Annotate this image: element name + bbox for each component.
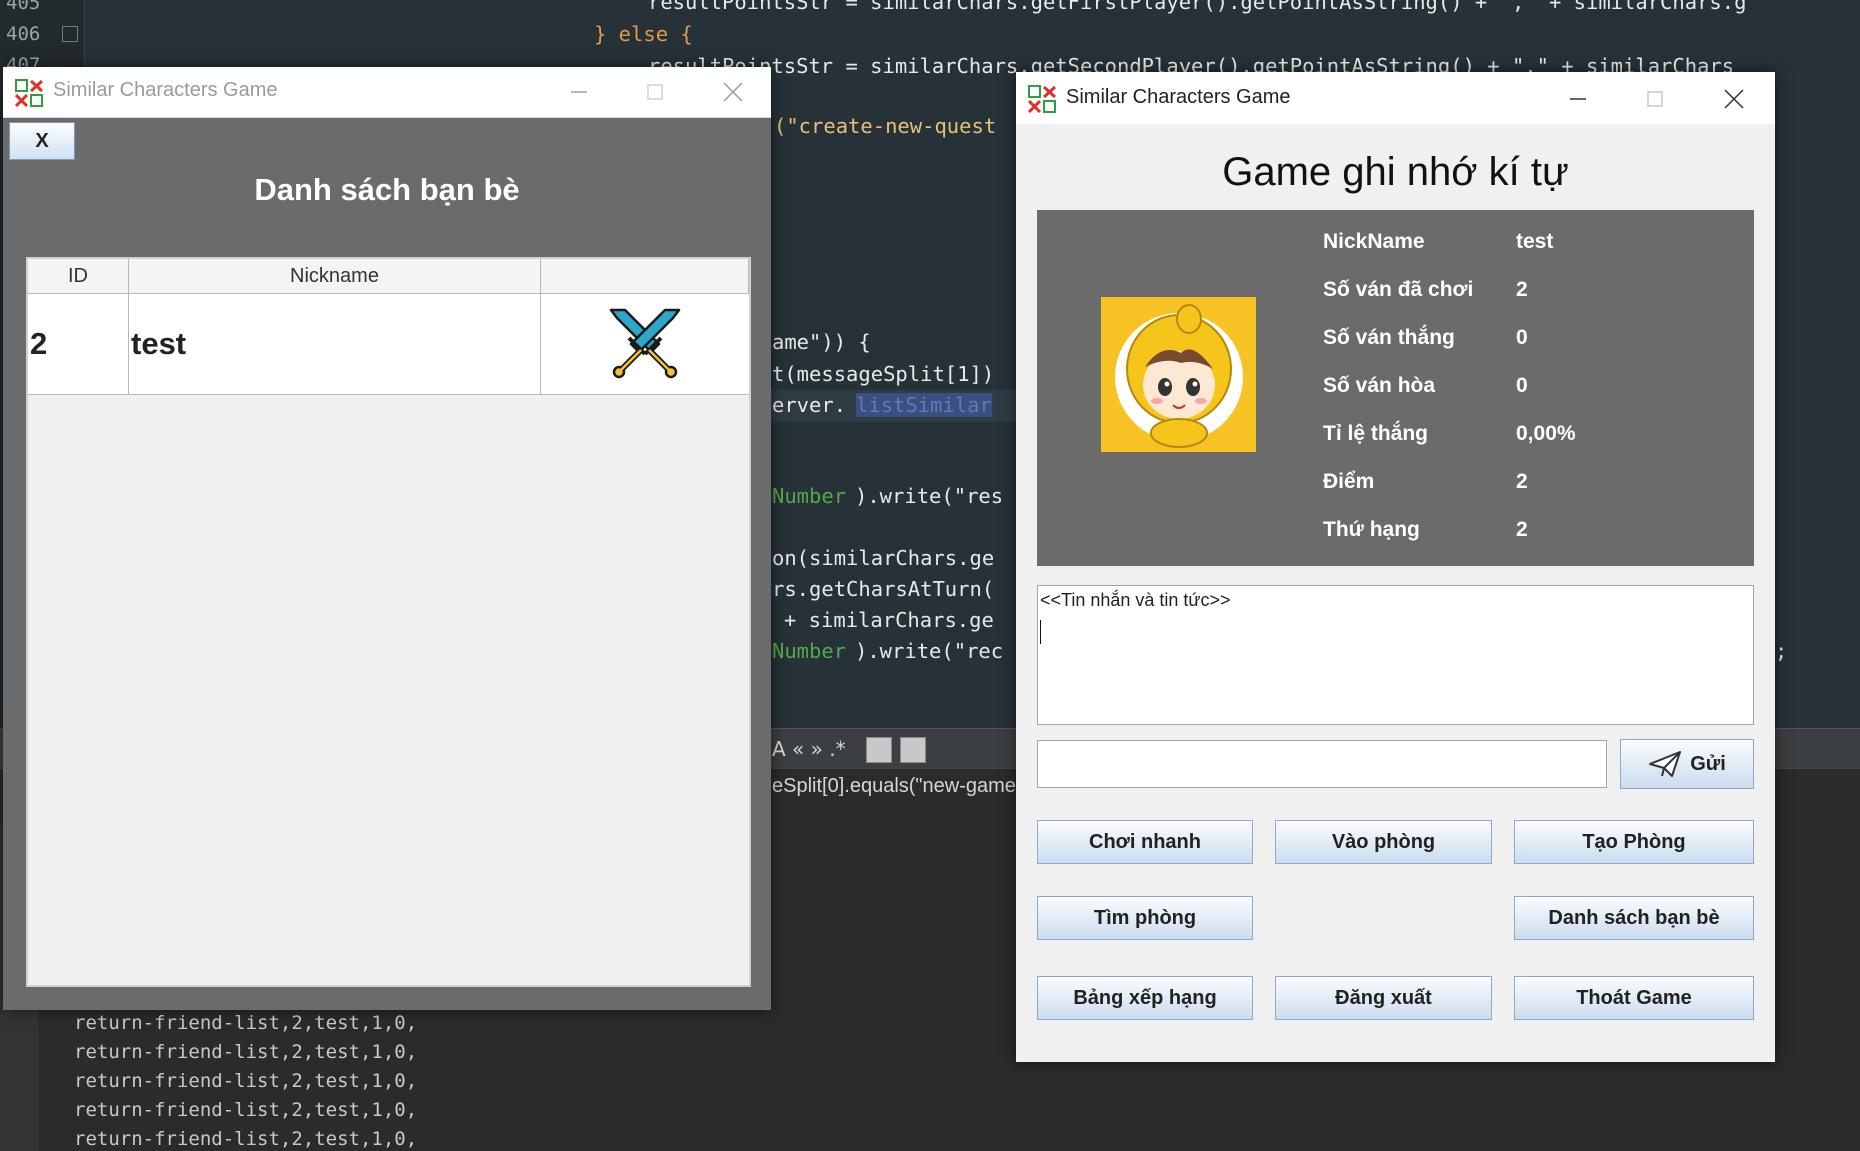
stat-label-nickname: NickName (1323, 230, 1425, 253)
output-line: return-friend-list,2,test,1,0, (74, 1070, 418, 1092)
stat-label-draws: Số ván hòa (1323, 374, 1436, 397)
leaderboard-button[interactable]: Bảng xếp hạng (1037, 976, 1253, 1020)
stat-value-nickname: test (1516, 230, 1554, 253)
maximize-icon (647, 84, 663, 100)
stat-label-wins: Số ván thắng (1323, 326, 1455, 349)
quick-play-button[interactable]: Chơi nhanh (1037, 820, 1253, 864)
code-fragment: erver. (772, 393, 847, 417)
minimize-icon (571, 91, 587, 93)
code-fragment: ame")) { (772, 330, 871, 354)
friend-nickname-cell: test (129, 294, 541, 394)
exit-game-button[interactable]: Thoát Game (1514, 976, 1754, 1020)
main-game-window: Similar Characters Game Game ghi nhớ kí … (1016, 72, 1775, 1062)
crossed-swords-icon[interactable] (605, 304, 685, 384)
app-icon (1028, 85, 1056, 113)
fold-toggle-icon[interactable] (62, 26, 78, 42)
chat-input[interactable] (1037, 740, 1607, 788)
column-header-nickname[interactable]: Nickname (129, 259, 541, 294)
code-fragment: ("create-new-quest (774, 114, 997, 138)
window-title: Similar Characters Game (1066, 86, 1291, 108)
search-options[interactable]: A « » .* (772, 737, 846, 761)
output-line: return-friend-list,2,test,1,0, (74, 1041, 418, 1063)
send-label: Gửi (1690, 752, 1726, 775)
copy-icon[interactable] (866, 737, 892, 763)
column-header-action[interactable] (541, 259, 749, 294)
minimize-button[interactable] (1550, 80, 1606, 118)
stat-label-rank: Thứ hạng (1323, 518, 1420, 541)
line-number: 405 (6, 0, 41, 14)
minimize-button[interactable] (551, 73, 607, 111)
game-title: Game ghi nhớ kí tự (1222, 150, 1569, 194)
maximize-button (1627, 80, 1683, 118)
code-fragment: + similarChars.ge (784, 608, 994, 632)
send-button[interactable]: Gửi (1620, 739, 1754, 789)
code-line: resultPointsStr = similarChars.getFirstP… (648, 0, 1747, 14)
stat-value-wins: 0 (1516, 326, 1528, 349)
code-fragment: Number (772, 639, 847, 663)
stat-label-win-rate: Tỉ lệ thắng (1323, 422, 1428, 445)
code-line: } else { (594, 22, 693, 46)
stat-value-rank: 2 (1516, 518, 1528, 541)
friend-id-cell: 2 (28, 294, 129, 394)
text-caret (1040, 620, 1041, 644)
output-line: return-friend-list,2,test,1,0, (74, 1099, 418, 1121)
code-fragment: Number (772, 484, 847, 508)
join-room-button[interactable]: Vào phòng (1275, 820, 1492, 864)
code-fragment: ; (1775, 639, 1788, 663)
code-fragment: ).write("rec (855, 639, 1004, 663)
close-window-button[interactable] (705, 73, 761, 111)
logout-button[interactable]: Đăng xuất (1275, 976, 1492, 1020)
code-fragment: ).write("res (855, 484, 1004, 508)
friend-list-window: Similar Characters Game X Danh sách bạn … (3, 67, 771, 1010)
output-line: return-friend-list,2,test,1,0, (74, 1012, 418, 1034)
maximize-icon (1647, 91, 1663, 107)
find-room-button[interactable]: Tìm phòng (1037, 896, 1253, 940)
replace-field[interactable]: eSplit[0].equals("new-game (772, 775, 1016, 798)
message-area-text: <<Tin nhắn và tin tức>> (1040, 590, 1231, 610)
stat-label-games-played: Số ván đã chơi (1323, 278, 1474, 301)
friend-table: ID Nickname 2 test (26, 257, 751, 987)
minimize-icon (1570, 98, 1586, 100)
stat-label-score: Điểm (1323, 470, 1375, 493)
chick-costume-avatar-icon (1115, 304, 1243, 448)
stat-value-draws: 0 (1516, 374, 1528, 397)
message-news-area[interactable]: <<Tin nhắn và tin tức>> (1037, 585, 1754, 725)
code-fragment: rs.getCharsAtTurn( (772, 577, 995, 601)
maximize-button (627, 73, 683, 111)
window-title: Similar Characters Game (53, 79, 278, 101)
close-icon (1724, 89, 1744, 109)
stat-value-win-rate: 0,00% (1516, 422, 1576, 445)
column-header-id[interactable]: ID (28, 259, 129, 294)
table-row[interactable]: 2 test (28, 294, 749, 395)
title-bar[interactable]: Similar Characters Game (3, 67, 771, 118)
code-fragment: t(messageSplit[1]) (772, 362, 995, 386)
output-line: return-friend-list,2,test,1,0, (74, 1128, 418, 1150)
paper-plane-icon (1649, 751, 1682, 777)
friend-list-heading: Danh sách bạn bè (254, 172, 520, 207)
close-window-button[interactable] (1706, 80, 1762, 118)
stat-value-games-played: 2 (1516, 278, 1528, 301)
code-fragment: on(similarChars.ge (772, 546, 995, 570)
code-fragment-selected: listSimilar (856, 393, 992, 417)
paste-icon[interactable] (900, 737, 926, 763)
title-bar[interactable]: Similar Characters Game (1016, 72, 1775, 124)
create-room-button[interactable]: Tạo Phòng (1514, 820, 1754, 864)
avatar (1101, 297, 1256, 452)
close-icon (723, 82, 743, 102)
profile-panel: NickName test Số ván đã chơi 2 Số ván th… (1037, 210, 1754, 566)
friend-list-button[interactable]: Danh sách bạn bè (1514, 896, 1754, 940)
line-number: 406 (6, 23, 41, 45)
app-icon (15, 79, 43, 107)
friend-action-cell[interactable] (541, 294, 749, 394)
stat-value-score: 2 (1516, 470, 1528, 493)
close-friend-list-button[interactable]: X (9, 122, 75, 160)
